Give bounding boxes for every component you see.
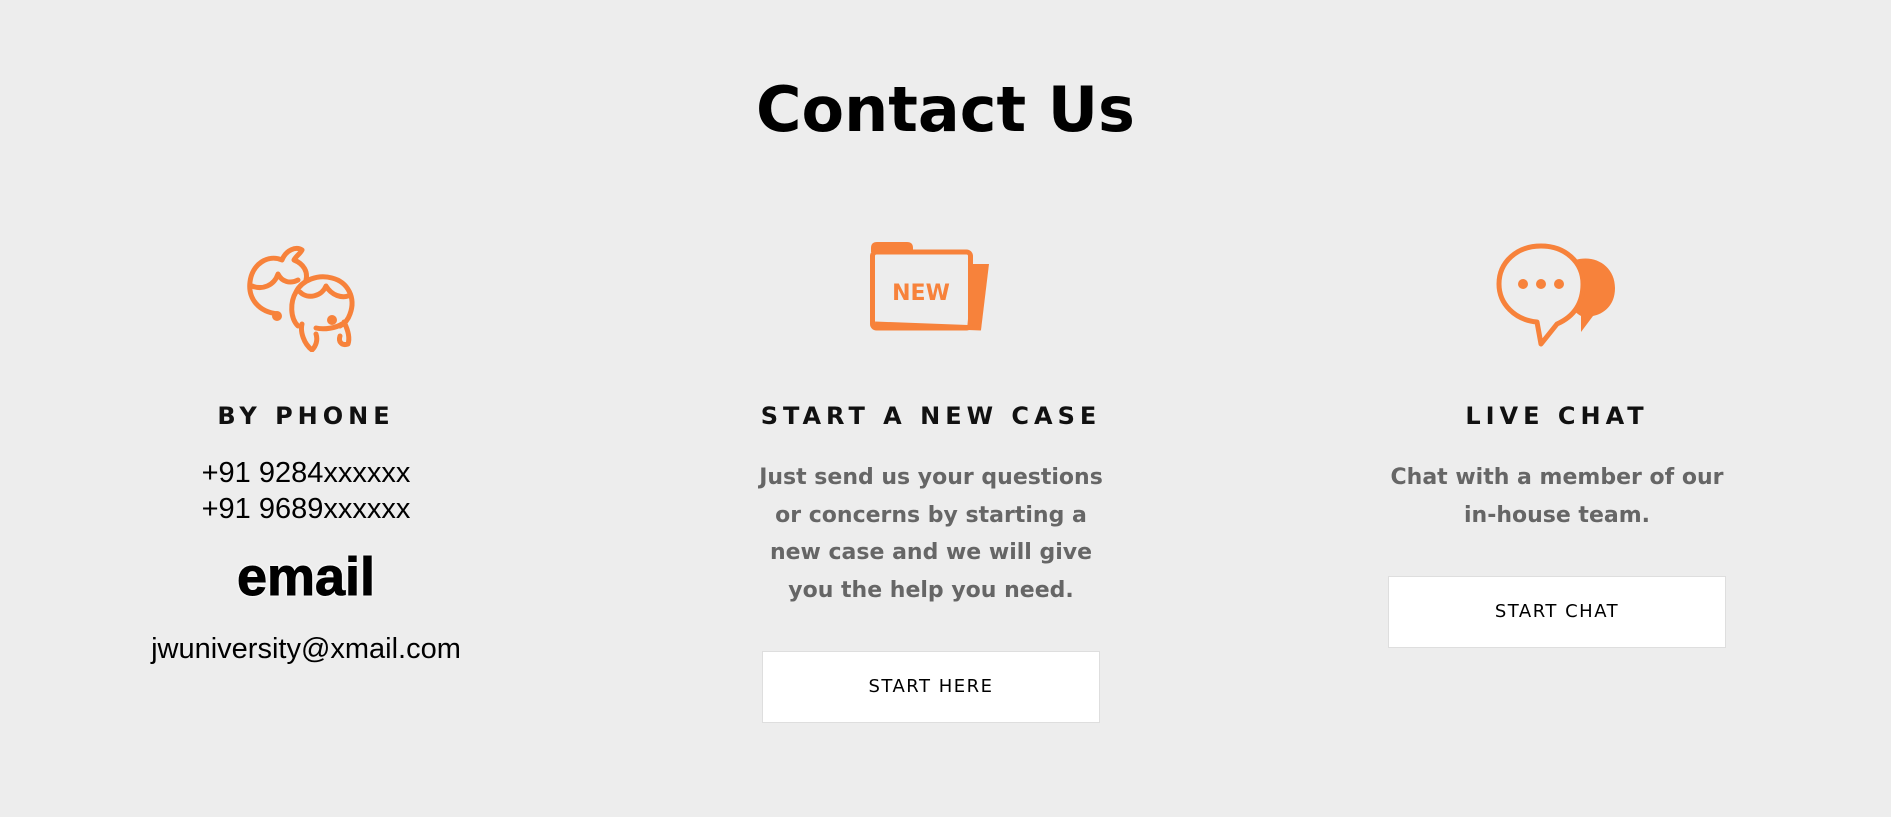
new-folder-icon-label: NEW (892, 281, 950, 306)
start-here-button[interactable]: START HERE (762, 651, 1100, 723)
new-folder-icon-wrap: NEW (691, 240, 1171, 360)
chat-bubbles-icon-wrap (1317, 240, 1797, 360)
page-title: Contact Us (756, 73, 1135, 146)
support-agents-icon (247, 245, 355, 352)
new-case-description: Just send us your questions or concerns … (759, 465, 1103, 603)
phone-number[interactable]: +91 9689xxxxxx (66, 491, 546, 527)
live-chat-description: Chat with a member of our in-house team. (1390, 465, 1724, 528)
new-case-heading: START A NEW CASE (760, 402, 1102, 430)
email-heading: email (236, 547, 376, 608)
support-agents-icon-wrap (66, 240, 546, 360)
live-chat-heading: LIVE CHAT (1465, 402, 1649, 430)
new-case-column: NEW START A NEW CASE Just send us your q… (691, 240, 1171, 723)
start-chat-button[interactable]: START CHAT (1388, 576, 1726, 648)
phone-heading: BY PHONE (217, 402, 395, 430)
chat-bubbles-icon (1496, 243, 1615, 347)
new-folder-icon: NEW (870, 242, 989, 331)
phone-number-list: +91 9284xxxxxx +91 9689xxxxxx (66, 455, 546, 527)
phone-contact-column: BY PHONE +91 9284xxxxxx +91 9689xxxxxx e… (66, 240, 546, 667)
live-chat-column: LIVE CHAT Chat with a member of our in-h… (1317, 240, 1797, 648)
phone-number[interactable]: +91 9284xxxxxx (66, 455, 546, 491)
email-address[interactable]: jwuniversity@xmail.com (66, 631, 546, 667)
